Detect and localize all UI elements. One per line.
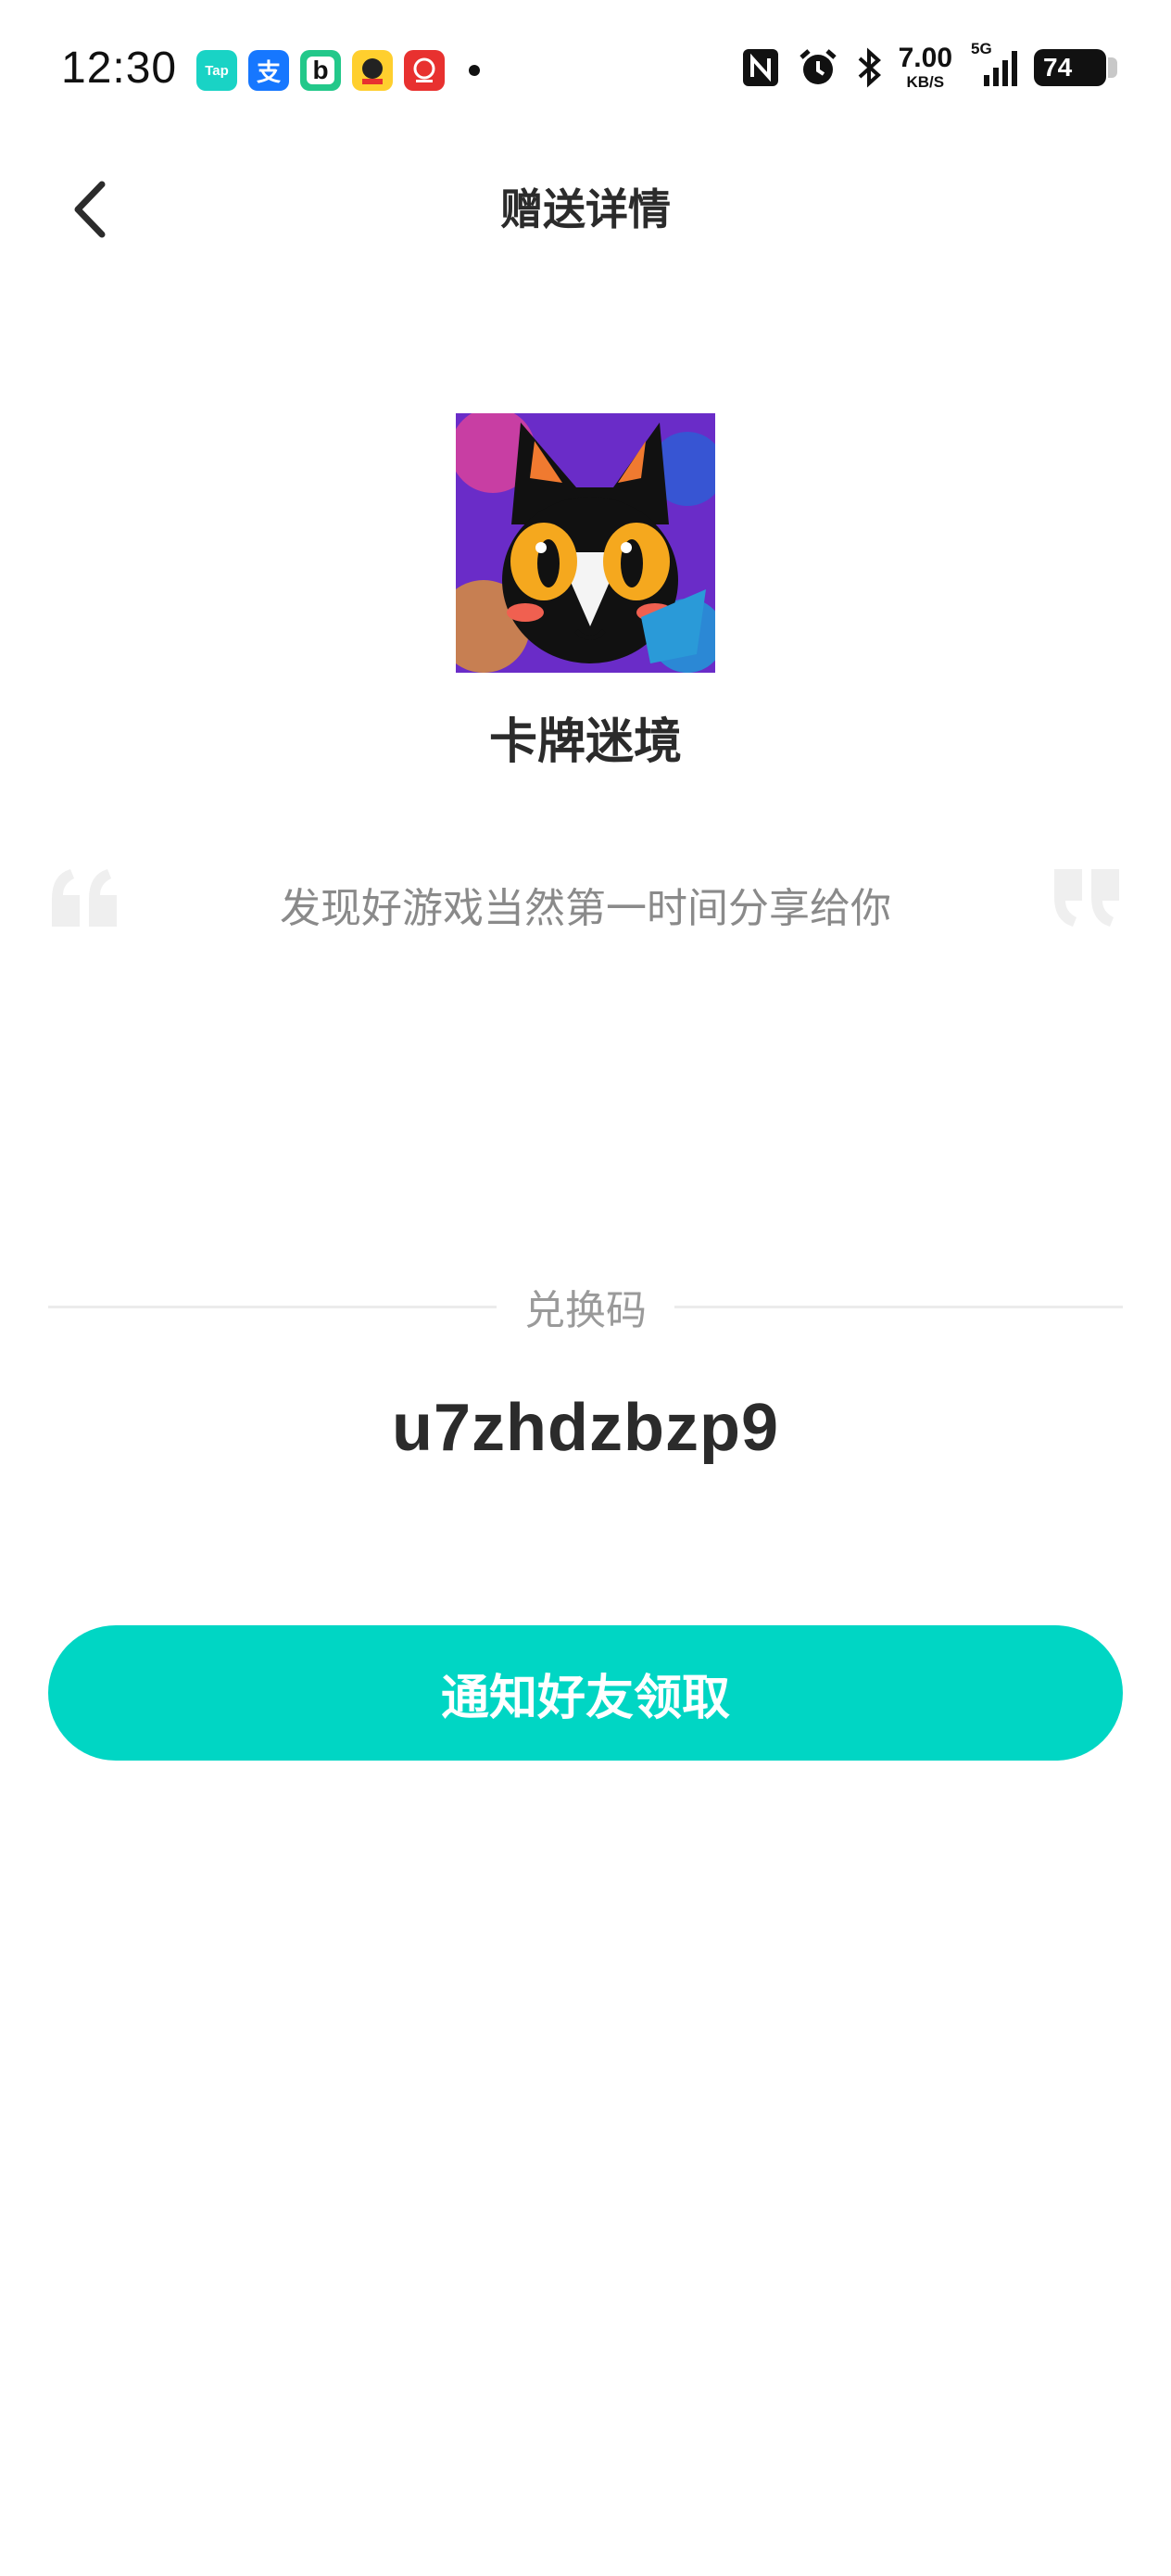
game-name: 卡牌迷境 [488,714,682,770]
alipay-icon: 支 [248,50,289,91]
page-title: 赠送详情 [500,184,671,234]
bilibili-icon: b [300,50,341,91]
alarm-icon [797,46,839,89]
signal-5g-icon: 5G [969,40,1017,88]
more-notifications-dot [469,65,480,76]
redeem-code-divider: 兑换码 [48,1277,1123,1336]
nav-bar: 赠送详情 [0,148,1171,269]
notify-friend-button-label: 通知好友领取 [440,1670,730,1726]
notify-friend-button[interactable]: 通知好友领取 [48,1625,1123,1761]
taptap-icon: Tap [196,50,237,91]
app-icon-yellow [352,50,393,91]
divider-line-right [674,1305,1123,1308]
app-icon-red [404,50,445,91]
network-speed: 7.00 KB/S [898,43,952,91]
status-time: 12:30 [61,44,178,93]
status-bar: 12:30 Tap 支 b 7.00 KB/S 5G 74 [0,0,1171,139]
bluetooth-icon [856,47,882,88]
battery-indicator: 74 [1034,48,1117,86]
divider-line-left [48,1305,497,1308]
share-message: 发现好游戏当然第一时间分享给你 [280,885,891,932]
redeem-code-value[interactable]: u7zhdzbzp9 [0,1390,1171,1466]
close-quote-icon [1054,869,1119,927]
notification-app-icons: Tap 支 b [196,50,480,91]
redeem-code-label: 兑换码 [524,1287,647,1334]
status-indicators: 7.00 KB/S 5G 74 [741,40,1117,91]
nfc-icon [741,47,780,88]
game-cover-image [456,413,715,673]
